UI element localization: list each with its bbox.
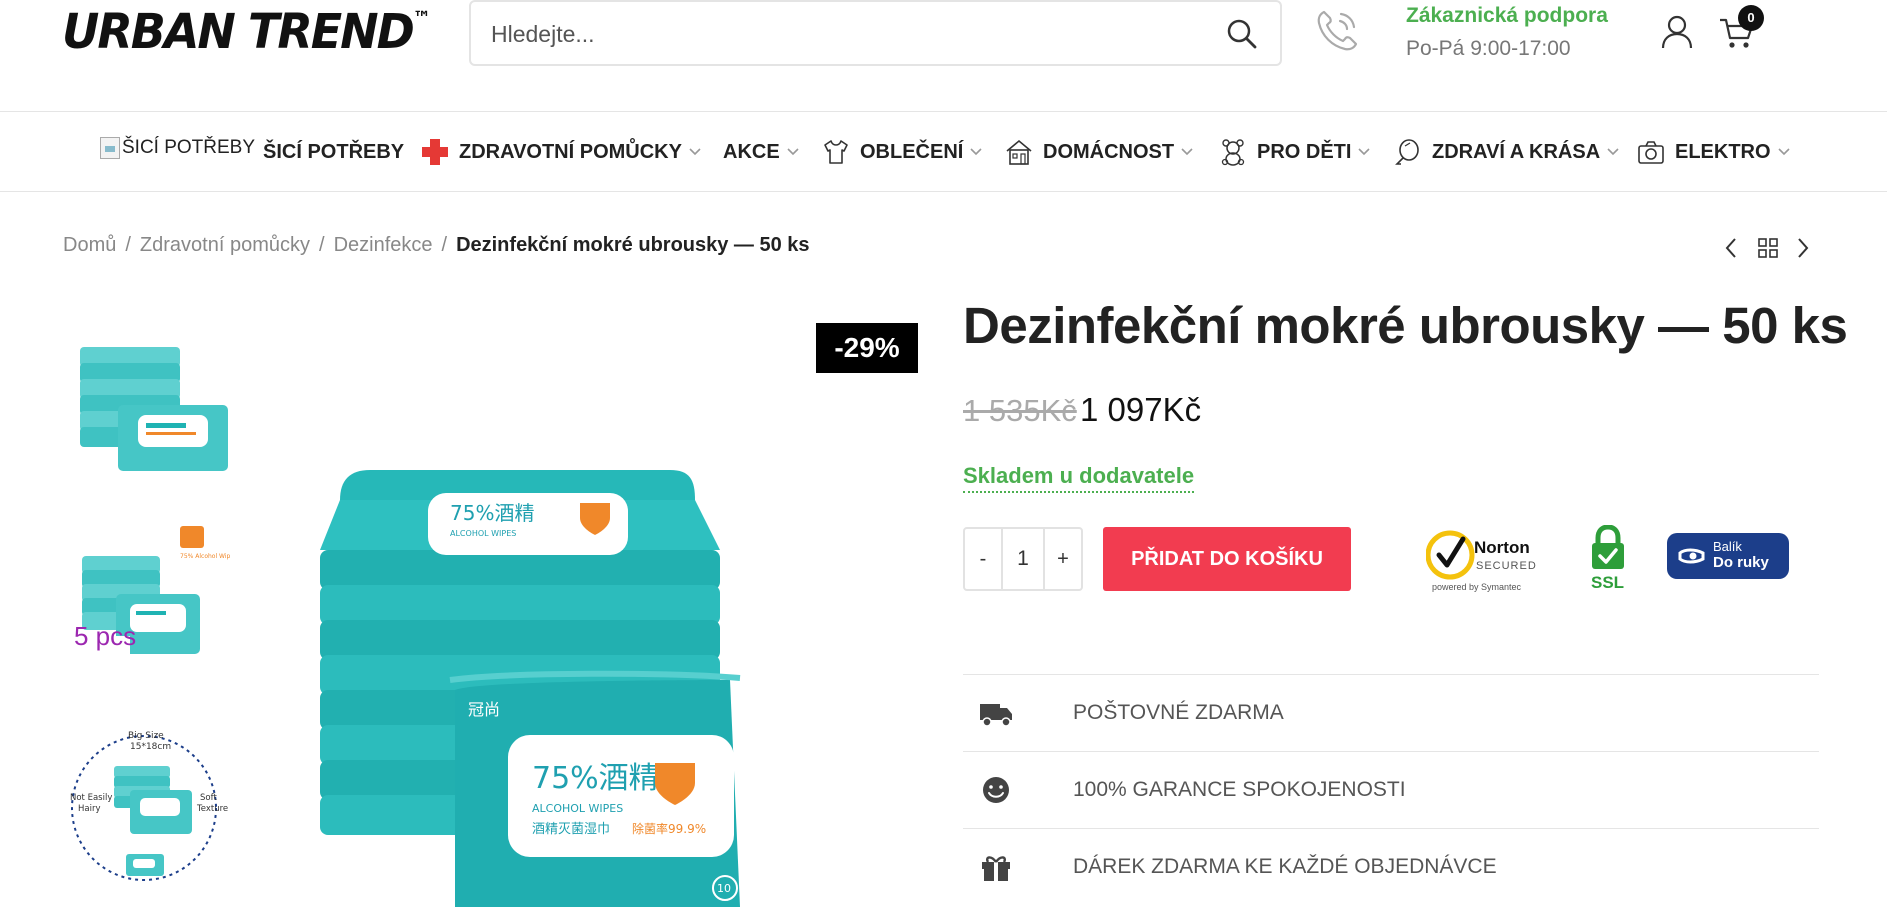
gift-icon (982, 856, 1010, 881)
svg-text:Big Size: Big Size (128, 731, 164, 741)
breadcrumb-link-dezinfekce[interactable]: Dezinfekce (334, 234, 433, 257)
breadcrumb-link-zdravotni-pomucky[interactable]: Zdravotní pomůcky (140, 234, 310, 257)
cart-count-badge: 0 (1738, 5, 1764, 31)
quantity-stepper: - 1 + (963, 527, 1083, 591)
svg-text:15*18cm: 15*18cm (130, 742, 171, 752)
post-horn-icon (1678, 548, 1705, 564)
mirror-icon (1395, 139, 1419, 165)
nav-item-zdravotni-pomucky[interactable]: ZDRAVOTNÍ POMŮCKY (421, 112, 701, 192)
chevron-down-icon (1358, 148, 1371, 156)
wipes-pack-front: 冠尚 75%酒精 ALCOHOL WIPES 酒精灭菌湿巾 除菌率99.9% 1… (449, 670, 741, 907)
old-price: 1 535Kč (963, 393, 1077, 428)
breadcrumb-separator: / (441, 234, 448, 256)
svg-text:除菌率99.9%: 除菌率99.9% (632, 821, 706, 836)
breadcrumb: Domů / Zdravotní pomůcky / Dezinfekce / … (63, 234, 810, 257)
breadcrumb-separator: / (319, 234, 325, 256)
grid-view-icon[interactable] (1757, 236, 1779, 260)
svg-text:75%酒精: 75%酒精 (450, 501, 534, 525)
benefit-label: POŠTOVNÉ ZDARMA (1073, 701, 1284, 724)
ssl-lock-icon: SSL (1591, 525, 1624, 591)
support-title: Zákaznická podpora (1406, 4, 1608, 27)
svg-text:Soft: Soft (200, 793, 217, 803)
nav-item-pro-deti[interactable]: PRO DĚTI (1219, 112, 1371, 192)
broken-image-icon: ŠICÍ POTŘEBY (100, 137, 255, 159)
camera-icon (1638, 141, 1664, 164)
svg-text:SECURED: SECURED (1476, 560, 1537, 572)
svg-text:Hairy: Hairy (78, 804, 101, 814)
nav-item-elektro[interactable]: ELEKTRO (1637, 112, 1790, 192)
product-thumbnail-3[interactable]: Big Size 15*18cm Not Easily Hairy Soft T… (70, 726, 230, 886)
nav-item-domacnost[interactable]: DOMÁCNOST (1005, 112, 1193, 192)
svg-text:Texture: Texture (196, 804, 228, 814)
benefits-list: POŠTOVNÉ ZDARMA 100% GARANCE SPOKOJENOST… (963, 674, 1819, 905)
svg-text:powered by Symantec: powered by Symantec (1432, 582, 1522, 592)
breadcrumb-separator: / (125, 234, 131, 256)
site-header: URBAN TREND™ Zákaznická podpora Po-Pá 9:… (0, 0, 1887, 112)
product-thumbnail-1[interactable] (70, 335, 230, 495)
svg-text:酒精灭菌湿巾: 酒精灭菌湿巾 (532, 822, 610, 837)
nav-item-sici-potreby[interactable]: ŠICÍ POTŘEBY (263, 112, 404, 192)
chevron-down-icon (1777, 148, 1790, 156)
tshirt-icon (824, 140, 848, 164)
product-title: Dezinfekční mokré ubrousky — 50 ks (963, 297, 1848, 354)
quantity-increase-button[interactable]: + (1045, 529, 1081, 589)
chevron-down-icon (1181, 148, 1193, 156)
search-icon[interactable] (1224, 16, 1260, 52)
svg-text:Norton: Norton (1474, 538, 1530, 557)
phone-icon (1317, 10, 1358, 51)
svg-text:SSL: SSL (1591, 573, 1624, 591)
search-bar (469, 0, 1282, 66)
quantity-input[interactable]: 1 (1001, 529, 1045, 589)
benefit-free-gift: DÁREK ZDARMA KE KAŽDÉ OBJEDNÁVCE (963, 828, 1819, 905)
nav-item-obleceni[interactable]: OBLEČENÍ (822, 112, 982, 192)
breadcrumb-current: Dezinfekční mokré ubrousky — 50 ks (456, 234, 810, 256)
chevron-down-icon (1607, 148, 1619, 156)
svg-text:75%酒精: 75%酒精 (532, 761, 659, 796)
svg-text:ALCOHOL WIPES: ALCOHOL WIPES (450, 529, 516, 538)
nav-item-zdravi-a-krasa[interactable]: ZDRAVÍ A KRÁSA (1394, 112, 1619, 192)
benefit-free-shipping: POŠTOVNÉ ZDARMA (963, 674, 1819, 751)
product-main-image[interactable]: 75%酒精 ALCOHOL WIPES 冠尚 75%酒精 ALCOHOL WIP… (310, 440, 890, 907)
chevron-down-icon (970, 148, 982, 156)
smiley-icon (983, 777, 1009, 803)
balik-do-ruky-badge: Balík Do ruky (1667, 533, 1789, 579)
teddy-bear-icon (1221, 139, 1245, 166)
benefit-label: DÁREK ZDARMA KE KAŽDÉ OBJEDNÁVCE (1073, 855, 1497, 878)
chevron-down-icon (689, 148, 701, 156)
support-hours: Po-Pá 9:00-17:00 (1406, 37, 1571, 60)
red-cross-icon (422, 139, 448, 165)
balik-line2: Do ruky (1713, 554, 1769, 571)
house-icon (1006, 139, 1032, 165)
main-navigation: ŠICÍ POTŘEBY ŠICÍ POTŘEBY ZDRAVOTNÍ POMŮ… (0, 112, 1887, 192)
breadcrumb-link-home[interactable]: Domů (63, 234, 116, 257)
previous-product-icon[interactable] (1723, 236, 1739, 260)
truck-icon (980, 704, 1012, 727)
benefit-label: 100% GARANCE SPOKOJENOSTI (1073, 778, 1406, 801)
next-product-icon[interactable] (1795, 236, 1811, 260)
search-input[interactable] (491, 16, 1211, 52)
chevron-down-icon (787, 148, 799, 156)
discount-badge: -29% (816, 323, 918, 373)
nav-item-akce[interactable]: AKCE (723, 112, 799, 192)
norton-secured-badge: Norton SECURED powered by Symantec (1426, 530, 1537, 592)
stock-status: Skladem u dodavatele (963, 463, 1195, 493)
svg-text:ALCOHOL WIPES: ALCOHOL WIPES (532, 802, 623, 815)
benefit-satisfaction-guarantee: 100% GARANCE SPOKOJENOSTI (963, 751, 1819, 828)
add-to-cart-button[interactable]: PŘIDAT DO KOŠÍKU (1103, 527, 1351, 591)
svg-text:10: 10 (717, 882, 731, 895)
svg-text:冠尚: 冠尚 (468, 700, 500, 719)
thumbnail-caption: 5 pcs (74, 621, 136, 651)
balik-line1: Balík (1713, 539, 1742, 554)
quantity-decrease-button[interactable]: - (965, 529, 1001, 589)
site-logo[interactable]: URBAN TREND™ (62, 3, 431, 60)
product-thumbnail-2[interactable]: 75% Alcohol Wipes 5 pcs (70, 516, 230, 676)
current-price: 1 097Kč (1080, 391, 1202, 428)
svg-text:Not Easily: Not Easily (70, 793, 112, 803)
svg-text:75% Alcohol Wipes: 75% Alcohol Wipes (180, 553, 230, 560)
user-account-icon[interactable] (1660, 14, 1694, 50)
